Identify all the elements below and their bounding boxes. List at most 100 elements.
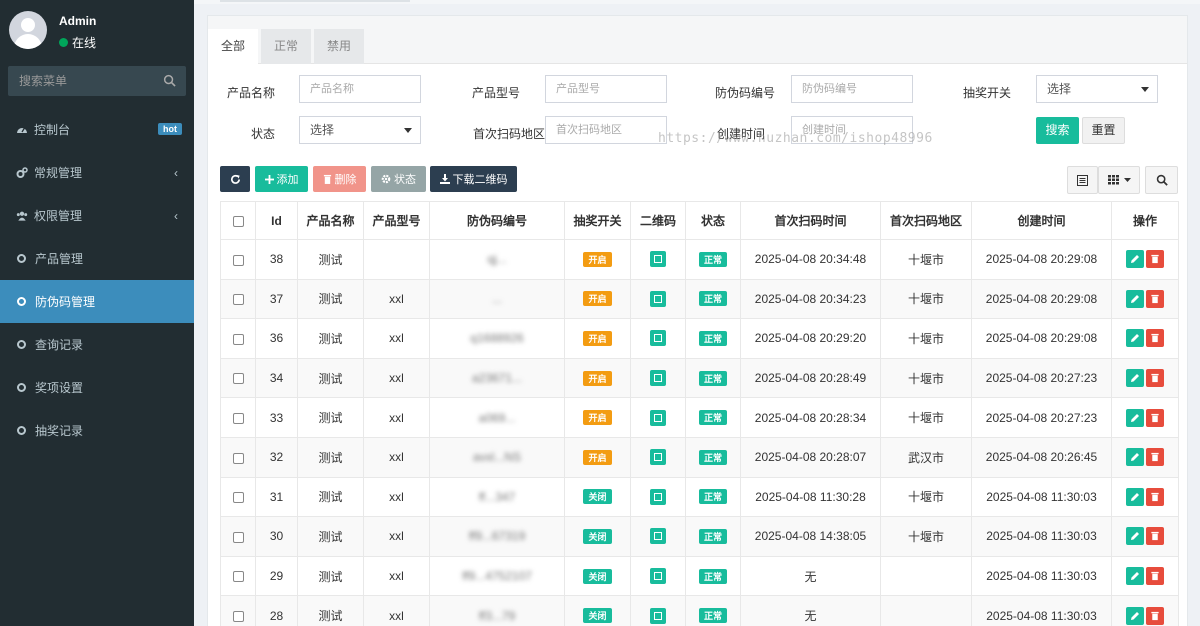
column-header[interactable]: 产品型号: [363, 201, 430, 240]
product-model-cell: [363, 239, 430, 280]
lottery-badge[interactable]: 开启: [583, 370, 612, 386]
qr-code-icon[interactable]: [650, 330, 666, 347]
status-button[interactable]: 状态: [371, 166, 426, 192]
row-checkbox[interactable]: [232, 373, 244, 385]
edit-button[interactable]: [1126, 487, 1144, 506]
product-name-input[interactable]: [299, 75, 421, 103]
sidebar-item-general[interactable]: 常规管理 ‹: [0, 151, 194, 194]
edit-button[interactable]: [1126, 369, 1144, 388]
search-button[interactable]: 搜索: [1036, 117, 1079, 144]
column-header[interactable]: 二维码: [630, 201, 686, 240]
tab-disabled[interactable]: 禁用: [314, 29, 365, 64]
table-row: 31 测试 xxl ff...347 关闭 正常 2025-04-08 11:3…: [220, 476, 1179, 518]
qr-code-icon[interactable]: [650, 528, 666, 545]
menu-search-input[interactable]: [8, 66, 158, 96]
lottery-badge[interactable]: 开启: [583, 291, 612, 307]
delete-row-button[interactable]: [1146, 448, 1164, 467]
delete-row-button[interactable]: [1146, 567, 1164, 586]
delete-row-button[interactable]: [1146, 329, 1164, 348]
toggle-search-button[interactable]: [1145, 166, 1178, 194]
lottery-select[interactable]: 选择: [1036, 75, 1158, 103]
select-all-checkbox[interactable]: [232, 215, 244, 227]
row-checkbox[interactable]: [232, 492, 244, 504]
code-input[interactable]: [791, 75, 913, 103]
qr-code-icon[interactable]: [650, 607, 666, 624]
row-checkbox[interactable]: [232, 610, 244, 622]
row-checkbox[interactable]: [232, 452, 244, 464]
reset-button[interactable]: 重置: [1082, 117, 1125, 144]
trash-icon: [1151, 255, 1159, 264]
edit-button[interactable]: [1126, 567, 1144, 586]
delete-row-button[interactable]: [1146, 250, 1164, 269]
sidebar-item-dashboard[interactable]: 控制台 hot: [0, 108, 194, 151]
edit-button[interactable]: [1126, 448, 1144, 467]
sidebar-item-prize-settings[interactable]: 奖项设置: [0, 366, 194, 409]
lottery-badge[interactable]: 开启: [583, 410, 612, 426]
column-header[interactable]: 首次扫码地区: [880, 201, 972, 240]
lottery-badge[interactable]: 开启: [583, 251, 612, 267]
lottery-badge[interactable]: 开启: [583, 449, 612, 465]
qr-code-icon[interactable]: [650, 449, 666, 466]
avatar[interactable]: [9, 11, 47, 49]
lottery-badge[interactable]: 关闭: [583, 608, 612, 624]
delete-row-button[interactable]: [1146, 527, 1164, 546]
column-header[interactable]: 产品名称: [297, 201, 364, 240]
row-checkbox[interactable]: [232, 531, 244, 543]
row-checkbox[interactable]: [232, 413, 244, 424]
columns-button[interactable]: [1098, 166, 1140, 194]
refresh-button[interactable]: [220, 166, 250, 192]
delete-button[interactable]: 删除: [313, 166, 366, 192]
sidebar-item-products[interactable]: 产品管理: [0, 237, 194, 280]
qr-code-icon[interactable]: [650, 290, 666, 307]
column-header[interactable]: 防伪码编号: [429, 201, 565, 240]
qr-code-icon[interactable]: [650, 370, 666, 387]
edit-button[interactable]: [1126, 250, 1144, 269]
edit-button[interactable]: [1126, 527, 1144, 546]
row-checkbox[interactable]: [232, 294, 244, 306]
lottery-badge[interactable]: 关闭: [583, 528, 612, 544]
edit-button[interactable]: [1126, 408, 1144, 427]
region-input[interactable]: [545, 116, 667, 144]
delete-row-button[interactable]: [1146, 606, 1164, 625]
row-checkbox[interactable]: [232, 571, 244, 583]
download-qr-button[interactable]: 下载二维码: [430, 166, 517, 192]
tab-normal[interactable]: 正常: [261, 29, 312, 64]
lottery-badge[interactable]: 关闭: [583, 489, 612, 505]
delete-row-button[interactable]: [1146, 289, 1164, 308]
column-header[interactable]: 首次扫码时间: [740, 201, 881, 240]
lottery-badge[interactable]: 开启: [583, 330, 612, 346]
column-header[interactable]: Id: [255, 201, 298, 240]
status-cell: 正常: [685, 476, 741, 518]
tab-all[interactable]: 全部: [208, 29, 259, 64]
sidebar-item-lottery-log[interactable]: 抽奖记录: [0, 409, 194, 452]
edit-button[interactable]: [1126, 606, 1144, 625]
delete-row-button[interactable]: [1146, 369, 1164, 388]
product-model-input[interactable]: [545, 75, 667, 103]
row-checkbox[interactable]: [232, 254, 244, 266]
sidebar-item-anticounterfeit[interactable]: 防伪码管理: [0, 280, 194, 323]
qr-code-icon[interactable]: [650, 568, 666, 585]
qr-code-icon[interactable]: [650, 251, 666, 268]
column-header[interactable]: 状态: [685, 201, 741, 240]
toggle-view-button[interactable]: [1067, 166, 1098, 194]
delete-button-label: 删除: [334, 174, 357, 186]
add-button[interactable]: 添加: [255, 166, 308, 192]
delete-row-button[interactable]: [1146, 487, 1164, 506]
edit-button[interactable]: [1126, 329, 1144, 348]
main-content: 全部 正常 禁用 产品名称 产品型号 防伪码编号 抽奖开关 选择 状态 选择 首…: [194, 0, 1200, 626]
edit-button[interactable]: [1126, 289, 1144, 308]
search-icon[interactable]: [163, 74, 176, 87]
status-badge: 正常: [698, 251, 727, 267]
delete-row-button[interactable]: [1146, 408, 1164, 427]
sidebar-item-query-log[interactable]: 查询记录: [0, 323, 194, 366]
region-cell: 十堰市: [880, 516, 972, 557]
status-select[interactable]: 选择: [299, 116, 421, 144]
column-header[interactable]: 抽奖开关: [564, 201, 631, 240]
qr-code-icon[interactable]: [650, 409, 666, 426]
qr-code-icon[interactable]: [650, 488, 666, 505]
sidebar-item-permission[interactable]: 权限管理 ‹: [0, 194, 194, 237]
lottery-badge[interactable]: 关闭: [583, 568, 612, 584]
column-header[interactable]: 创建时间: [971, 201, 1112, 240]
row-checkbox[interactable]: [232, 333, 244, 345]
region-cell: 十堰市: [880, 318, 972, 359]
